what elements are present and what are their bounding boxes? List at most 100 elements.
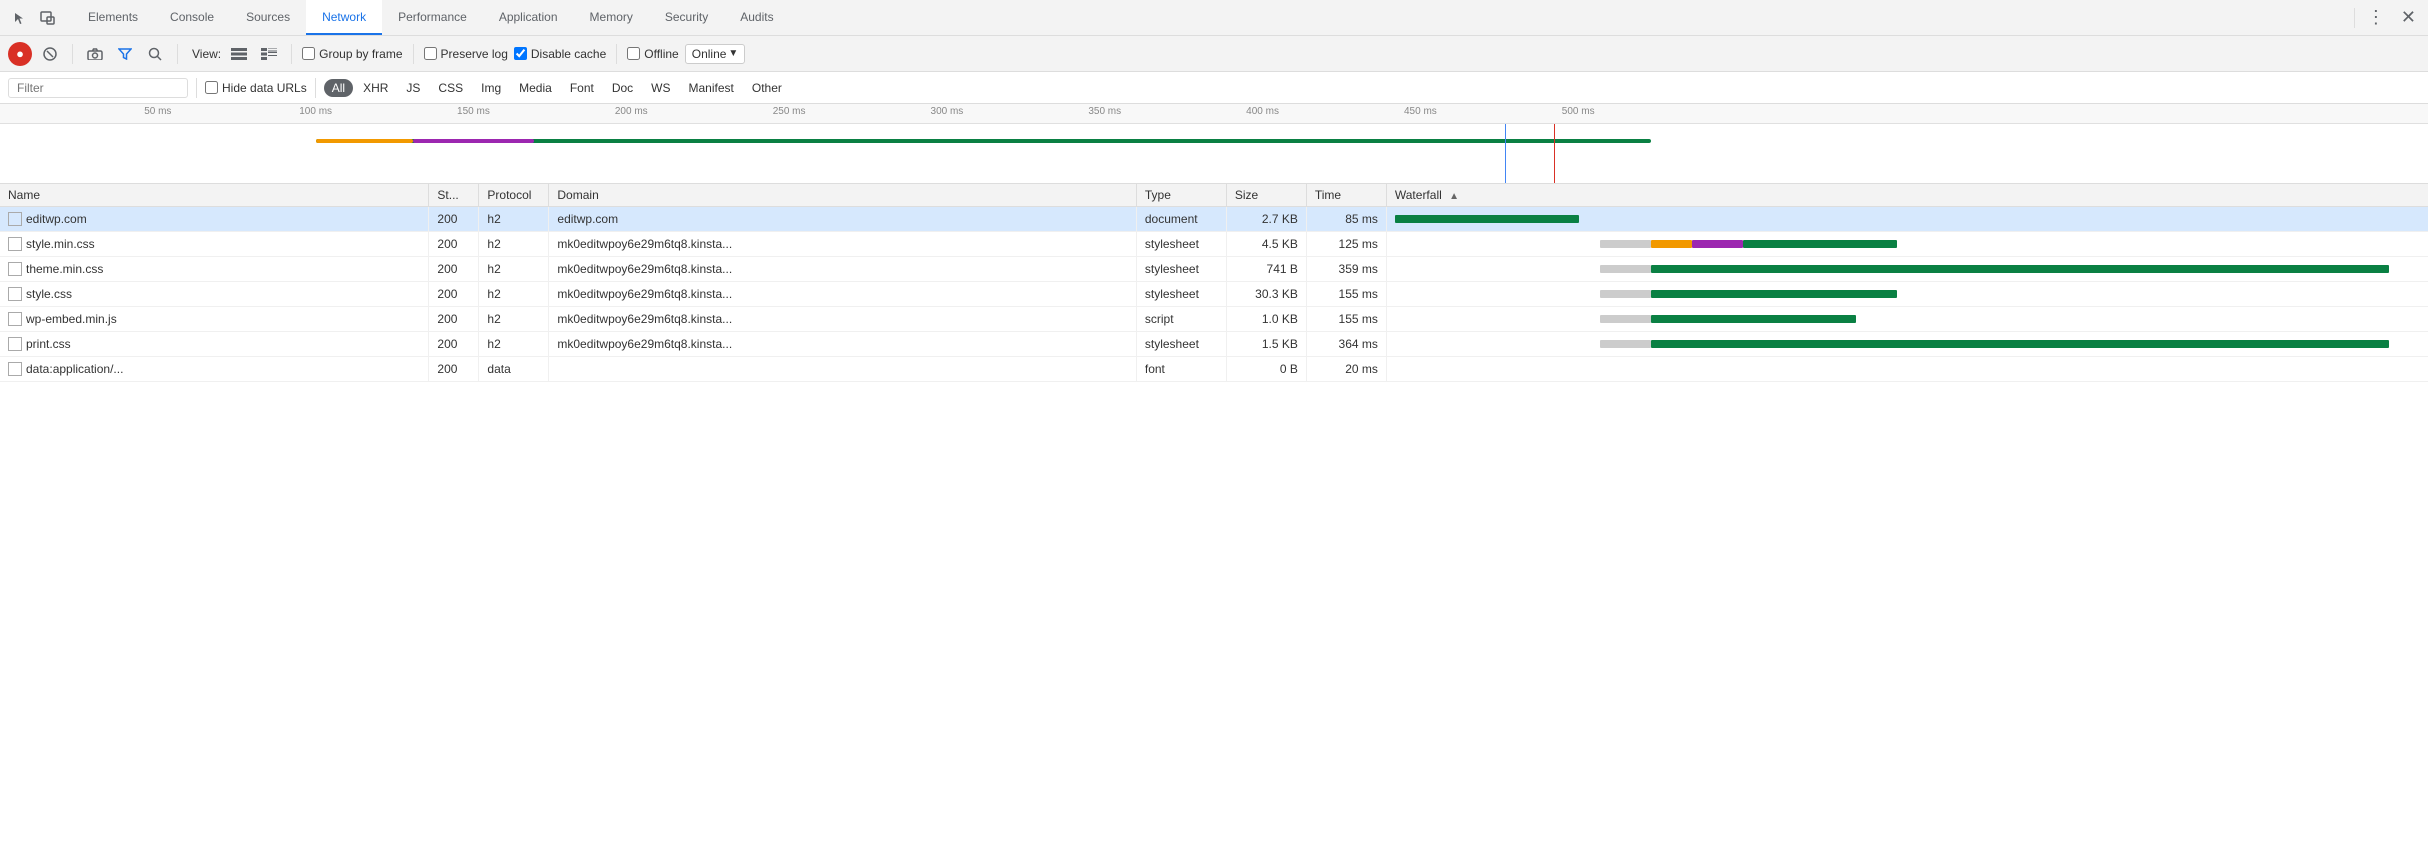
filter-btn-css[interactable]: CSS — [430, 79, 471, 97]
tab-audits[interactable]: Audits — [724, 0, 789, 35]
cell-protocol: data — [479, 357, 549, 382]
cell-type: stylesheet — [1136, 232, 1226, 257]
filter-btn-manifest[interactable]: Manifest — [681, 79, 742, 97]
filter-btn-img[interactable]: Img — [473, 79, 509, 97]
table-row[interactable]: theme.min.css200h2mk0editwpoy6e29m6tq8.k… — [0, 257, 2428, 282]
tab-security[interactable]: Security — [649, 0, 724, 35]
filter-bar: Hide data URLs All XHR JS CSS Img Media … — [0, 72, 2428, 104]
cell-time: 155 ms — [1306, 282, 1386, 307]
tl-marker-red — [1554, 124, 1555, 184]
more-options-icon[interactable]: ⋮ — [2363, 3, 2389, 32]
tab-console[interactable]: Console — [154, 0, 230, 35]
ruler-tick-450: 450 ms — [1404, 106, 1437, 117]
cell-protocol: h2 — [479, 257, 549, 282]
view-waterfall-icon[interactable] — [257, 42, 281, 66]
wf-bar-orange — [1651, 240, 1692, 248]
cell-status: 200 — [429, 357, 479, 382]
col-domain[interactable]: Domain — [549, 184, 1136, 207]
table-row[interactable]: editwp.com200h2editwp.comdocument2.7 KB8… — [0, 207, 2428, 232]
search-icon[interactable] — [143, 42, 167, 66]
hide-data-urls-label[interactable]: Hide data URLs — [205, 81, 307, 95]
cell-type: font — [1136, 357, 1226, 382]
filter-btn-all[interactable]: All — [324, 79, 353, 97]
close-devtools-icon[interactable]: ✕ — [2397, 3, 2420, 32]
cell-domain: mk0editwpoy6e29m6tq8.kinsta... — [549, 332, 1136, 357]
offline-checkbox[interactable] — [627, 47, 640, 60]
cell-protocol: h2 — [479, 332, 549, 357]
disable-cache-label[interactable]: Disable cache — [514, 47, 606, 61]
group-by-frame-checkbox[interactable] — [302, 47, 315, 60]
cell-type: stylesheet — [1136, 257, 1226, 282]
cell-status: 200 — [429, 332, 479, 357]
filter-btn-other[interactable]: Other — [744, 79, 790, 97]
ruler-tick-300: 300 ms — [931, 106, 964, 117]
filter-btn-font[interactable]: Font — [562, 79, 602, 97]
inspect-icon[interactable] — [36, 6, 60, 30]
network-table: Name St... Protocol Domain Type Size Tim… — [0, 184, 2428, 382]
filter-btn-xhr[interactable]: XHR — [355, 79, 396, 97]
wf-bar-gray — [1600, 240, 1651, 248]
disable-cache-checkbox[interactable] — [514, 47, 527, 60]
camera-icon[interactable] — [83, 42, 107, 66]
network-throttle-dropdown[interactable]: Online ▼ — [685, 44, 746, 64]
toolbar: ● View: — [0, 36, 2428, 72]
cell-size: 2.7 KB — [1226, 207, 1306, 232]
tabs: Elements Console Sources Network Perform… — [72, 0, 2354, 35]
wf-bar-gray — [1600, 315, 1651, 323]
col-status[interactable]: St... — [429, 184, 479, 207]
tab-elements[interactable]: Elements — [72, 0, 154, 35]
cell-time: 364 ms — [1306, 332, 1386, 357]
col-protocol[interactable]: Protocol — [479, 184, 549, 207]
cursor-icon[interactable] — [8, 6, 32, 30]
col-time[interactable]: Time — [1306, 184, 1386, 207]
file-icon — [8, 212, 22, 226]
offline-label[interactable]: Offline — [627, 47, 678, 61]
table-row[interactable]: data:application/...200datafont0 B20 ms — [0, 357, 2428, 382]
preserve-log-label[interactable]: Preserve log — [424, 47, 508, 61]
tab-network[interactable]: Network — [306, 0, 382, 35]
network-table-container: Name St... Protocol Domain Type Size Tim… — [0, 184, 2428, 852]
filter-btn-js[interactable]: JS — [398, 79, 428, 97]
table-row[interactable]: wp-embed.min.js200h2mk0editwpoy6e29m6tq8… — [0, 307, 2428, 332]
tab-application[interactable]: Application — [483, 0, 574, 35]
cell-waterfall — [1386, 307, 2428, 332]
cell-domain: mk0editwpoy6e29m6tq8.kinsta... — [549, 232, 1136, 257]
timeline-ruler: 50 ms 100 ms 150 ms 200 ms 250 ms 300 ms… — [0, 104, 2428, 124]
filter-btn-ws[interactable]: WS — [643, 79, 678, 97]
col-waterfall[interactable]: Waterfall ▲ — [1386, 184, 2428, 207]
tab-bar-icons — [8, 6, 60, 30]
col-size[interactable]: Size — [1226, 184, 1306, 207]
hide-data-urls-checkbox[interactable] — [205, 81, 218, 94]
preserve-log-checkbox[interactable] — [424, 47, 437, 60]
wf-bar-gray — [1600, 290, 1651, 298]
tab-memory[interactable]: Memory — [574, 0, 649, 35]
cell-time: 359 ms — [1306, 257, 1386, 282]
filter-icon[interactable] — [113, 42, 137, 66]
cell-time: 20 ms — [1306, 357, 1386, 382]
filter-btn-doc[interactable]: Doc — [604, 79, 641, 97]
filter-input[interactable] — [8, 78, 188, 98]
cell-protocol: h2 — [479, 232, 549, 257]
view-list-icon[interactable] — [227, 42, 251, 66]
tab-performance[interactable]: Performance — [382, 0, 483, 35]
view-label: View: — [192, 47, 221, 61]
table-row[interactable]: style.min.css200h2mk0editwpoy6e29m6tq8.k… — [0, 232, 2428, 257]
record-button[interactable]: ● — [8, 42, 32, 66]
cell-type: stylesheet — [1136, 282, 1226, 307]
chevron-down-icon: ▼ — [728, 48, 738, 59]
table-row[interactable]: style.css200h2mk0editwpoy6e29m6tq8.kinst… — [0, 282, 2428, 307]
ruler-tick-50: 50 ms — [144, 106, 171, 117]
group-by-frame-label[interactable]: Group by frame — [302, 47, 402, 61]
ruler-tick-200: 200 ms — [615, 106, 648, 117]
cell-size: 1.0 KB — [1226, 307, 1306, 332]
col-type[interactable]: Type — [1136, 184, 1226, 207]
table-row[interactable]: print.css200h2mk0editwpoy6e29m6tq8.kinst… — [0, 332, 2428, 357]
tl-bar-orange — [316, 139, 413, 143]
col-name[interactable]: Name — [0, 184, 429, 207]
tab-sources[interactable]: Sources — [230, 0, 306, 35]
clear-button[interactable] — [38, 42, 62, 66]
ruler-tick-400: 400 ms — [1246, 106, 1279, 117]
file-icon — [8, 337, 22, 351]
wf-bar-purple — [1692, 240, 1743, 248]
filter-btn-media[interactable]: Media — [511, 79, 560, 97]
